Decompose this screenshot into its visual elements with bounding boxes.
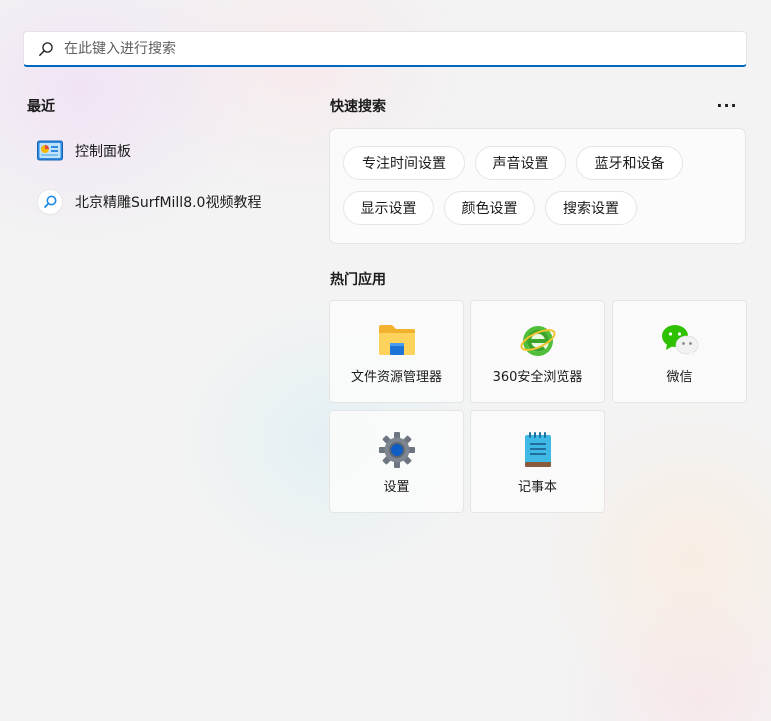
- recent-item-label: 控制面板: [75, 144, 131, 160]
- quick-search-heading: 快速搜索: [330, 99, 386, 115]
- search-icon: [38, 41, 54, 57]
- search-box[interactable]: [23, 31, 747, 67]
- app-label: 记事本: [517, 480, 557, 495]
- chip-focus-settings[interactable]: 专注时间设置: [343, 146, 465, 180]
- recent-heading: 最近: [27, 99, 55, 115]
- app-label: 微信: [666, 370, 693, 385]
- recent-item-label: 北京精雕SurfMill8.0视频教程: [75, 195, 262, 211]
- notepad-icon: [519, 431, 557, 469]
- app-tile-notepad[interactable]: 记事本: [470, 410, 605, 513]
- folder-icon: [378, 321, 416, 359]
- recent-item-web-search[interactable]: 北京精雕SurfMill8.0视频教程: [33, 182, 303, 222]
- app-label: 设置: [383, 480, 410, 495]
- chip-display-settings[interactable]: 显示设置: [343, 191, 434, 225]
- wechat-icon: [661, 321, 699, 359]
- chip-color-settings[interactable]: 颜色设置: [444, 191, 535, 225]
- app-tile-file-explorer[interactable]: 文件资源管理器: [329, 300, 464, 403]
- recent-item-control-panel[interactable]: 控制面板: [33, 131, 303, 171]
- quick-search-panel: 专注时间设置 声音设置 蓝牙和设备 显示设置 颜色设置 搜索设置: [329, 128, 746, 244]
- top-apps-heading: 热门应用: [330, 272, 386, 288]
- web-search-icon: [36, 188, 64, 216]
- chip-sound-settings[interactable]: 声音设置: [475, 146, 566, 180]
- app-label: 文件资源管理器: [350, 370, 442, 385]
- app-tile-wechat[interactable]: 微信: [612, 300, 747, 403]
- gear-icon: [378, 431, 416, 469]
- search-input[interactable]: [64, 32, 746, 65]
- app-tile-360-browser[interactable]: 360安全浏览器: [470, 300, 605, 403]
- app-tile-settings[interactable]: 设置: [329, 410, 464, 513]
- more-options-button[interactable]: ···: [712, 94, 742, 116]
- app-label: 360安全浏览器: [492, 370, 583, 385]
- chip-bluetooth-devices[interactable]: 蓝牙和设备: [576, 146, 683, 180]
- 360-browser-icon: [519, 321, 557, 359]
- chip-search-settings[interactable]: 搜索设置: [545, 191, 637, 225]
- control-panel-icon: [36, 137, 64, 165]
